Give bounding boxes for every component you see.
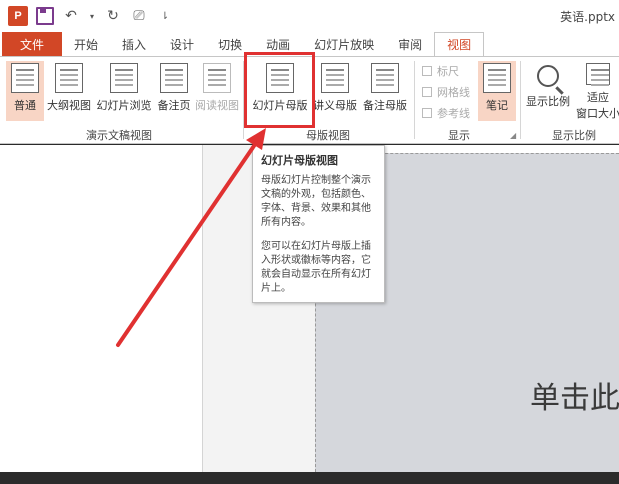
title-bar: P ↶ ▾ ↻ ⎚ ⇂ 英语.pptx bbox=[0, 0, 619, 32]
slide-thumbnail-pane[interactable] bbox=[0, 145, 202, 472]
zoom-button[interactable]: 显示比例 bbox=[524, 61, 572, 121]
fit-to-window-button[interactable]: 适应 窗口大小 bbox=[574, 61, 619, 121]
undo-icon[interactable]: ↶ bbox=[62, 7, 80, 25]
magnifier-icon bbox=[537, 65, 559, 87]
notes-master-button[interactable]: 备注母版 bbox=[362, 61, 408, 121]
group-label-zoom: 显示比例 bbox=[552, 129, 596, 142]
guides-checkbox[interactable]: 参考线 bbox=[422, 105, 470, 121]
handout-master-button[interactable]: 讲义母版 bbox=[312, 61, 358, 121]
fit-to-window-label-line1: 适应 bbox=[587, 91, 609, 104]
present-from-start-icon[interactable]: ⎚ bbox=[130, 7, 148, 25]
notes-page-button[interactable]: 备注页 bbox=[156, 61, 192, 121]
slide-sorter-label: 幻灯片浏览 bbox=[96, 99, 152, 112]
group-label-show: 显示 bbox=[448, 129, 470, 142]
highlight-box bbox=[244, 52, 315, 128]
notes-icon bbox=[483, 63, 511, 93]
handout-master-icon bbox=[321, 63, 349, 93]
notes-button[interactable]: 笔记 bbox=[478, 61, 516, 121]
guides-checkbox-box bbox=[422, 108, 432, 118]
tab-file[interactable]: 文件 bbox=[2, 32, 63, 56]
notes-page-label: 备注页 bbox=[157, 99, 191, 112]
redo-icon[interactable]: ↻ bbox=[104, 7, 122, 25]
reading-view-button[interactable]: 阅读视图 bbox=[194, 61, 240, 121]
customize-toolbar-icon[interactable]: ⇂ bbox=[156, 7, 174, 25]
fit-to-window-label-line2: 窗口大小 bbox=[576, 107, 619, 120]
save-icon[interactable] bbox=[36, 7, 54, 25]
ruler-label: 标尺 bbox=[437, 65, 459, 78]
outline-view-icon bbox=[55, 63, 83, 93]
reading-view-icon bbox=[203, 63, 231, 93]
group-label-master-views: 母版视图 bbox=[306, 129, 350, 142]
ruler-checkbox-box bbox=[422, 66, 432, 76]
title-placeholder[interactable]: 单击此 bbox=[530, 373, 619, 417]
tab-insert[interactable]: 插入 bbox=[110, 32, 158, 56]
outline-view-button[interactable]: 大纲视图 bbox=[46, 61, 92, 121]
gridlines-checkbox[interactable]: 网格线 bbox=[422, 84, 470, 100]
group-separator bbox=[414, 61, 415, 139]
gridlines-label: 网格线 bbox=[437, 86, 470, 99]
slide-sorter-button[interactable]: 幻灯片浏览 bbox=[96, 61, 152, 121]
powerpoint-app-icon[interactable]: P bbox=[8, 6, 28, 26]
status-bar bbox=[0, 472, 619, 484]
tab-home[interactable]: 开始 bbox=[62, 32, 110, 56]
tab-view[interactable]: 视图 bbox=[434, 32, 485, 56]
guides-label: 参考线 bbox=[437, 107, 470, 120]
tooltip-paragraph: 您可以在幻灯片母版上插入形状或徽标等内容，它就会自动显示在所有幻灯片上。 bbox=[261, 241, 371, 294]
notes-label: 笔记 bbox=[486, 99, 508, 112]
document-title: 英语.pptx bbox=[560, 10, 615, 24]
normal-view-icon bbox=[11, 63, 39, 93]
reading-view-label: 阅读视图 bbox=[195, 99, 239, 112]
dropdown-arrow-icon[interactable]: ▾ bbox=[88, 7, 96, 25]
notes-master-icon bbox=[371, 63, 399, 93]
tooltip-title: 幻灯片母版视图 bbox=[261, 154, 338, 167]
dialog-launcher-icon[interactable]: ◢ bbox=[510, 131, 516, 140]
tooltip-paragraph: 母版幻灯片控制整个演示文稿的外观，包括颜色、字体、背景、效果和其他所有内容。 bbox=[261, 175, 371, 228]
ruler-checkbox[interactable]: 标尺 bbox=[422, 63, 459, 79]
slide-sorter-icon bbox=[110, 63, 138, 93]
slide-master-tooltip: 幻灯片母版视图 母版幻灯片控制整个演示文稿的外观，包括颜色、字体、背景、效果和其… bbox=[252, 145, 385, 303]
zoom-label: 显示比例 bbox=[526, 95, 570, 108]
notes-master-label: 备注母版 bbox=[363, 99, 407, 112]
normal-view-button[interactable]: 普通 bbox=[6, 61, 44, 121]
quick-access-toolbar: ↶ ▾ ↻ ⎚ ⇂ bbox=[36, 7, 174, 25]
group-label-presentation-views: 演示文稿视图 bbox=[86, 129, 152, 142]
notes-page-icon bbox=[160, 63, 188, 93]
tab-review[interactable]: 审阅 bbox=[386, 32, 434, 56]
tab-design[interactable]: 设计 bbox=[158, 32, 206, 56]
group-separator bbox=[520, 61, 521, 139]
normal-view-label: 普通 bbox=[14, 99, 36, 112]
outline-view-label: 大纲视图 bbox=[47, 99, 91, 112]
fit-to-window-icon bbox=[586, 63, 610, 85]
gridlines-checkbox-box bbox=[422, 87, 432, 97]
handout-master-label: 讲义母版 bbox=[313, 99, 357, 112]
